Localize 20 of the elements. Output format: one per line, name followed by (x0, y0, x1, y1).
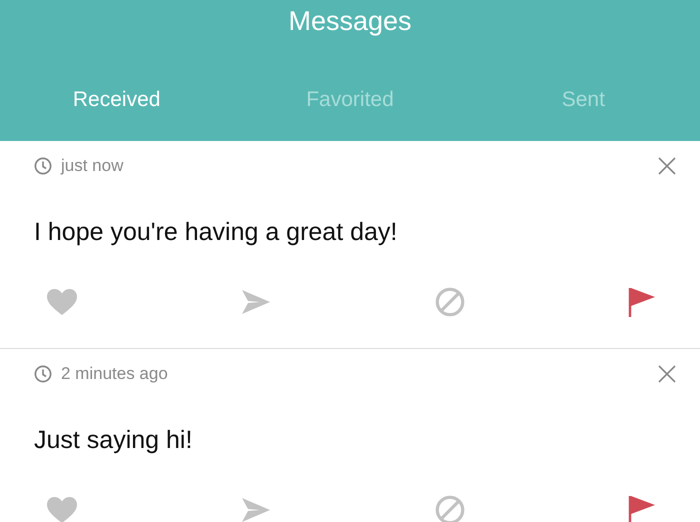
timestamp: just now (61, 155, 124, 177)
heart-icon[interactable] (46, 496, 78, 522)
timestamp: 2 minutes ago (61, 363, 168, 385)
flag-icon[interactable] (628, 495, 656, 522)
clock-icon (34, 365, 52, 383)
message-text: Just saying hi! (33, 425, 194, 455)
send-icon[interactable] (241, 497, 272, 522)
tab[interactable]: Favorited (306, 88, 394, 111)
tab[interactable]: Sent (562, 88, 605, 111)
close-icon[interactable] (658, 157, 676, 175)
heart-icon[interactable] (46, 288, 78, 316)
close-icon[interactable] (658, 365, 676, 383)
block-icon[interactable] (434, 495, 465, 522)
block-icon[interactable] (434, 287, 465, 317)
flag-icon[interactable] (628, 287, 656, 317)
send-icon[interactable] (241, 289, 272, 315)
clock-icon (34, 157, 52, 175)
message-text: I hope you're having a great day! (33, 217, 398, 247)
window-title: Messages (288, 5, 412, 37)
tab[interactable]: Received (72, 88, 160, 111)
